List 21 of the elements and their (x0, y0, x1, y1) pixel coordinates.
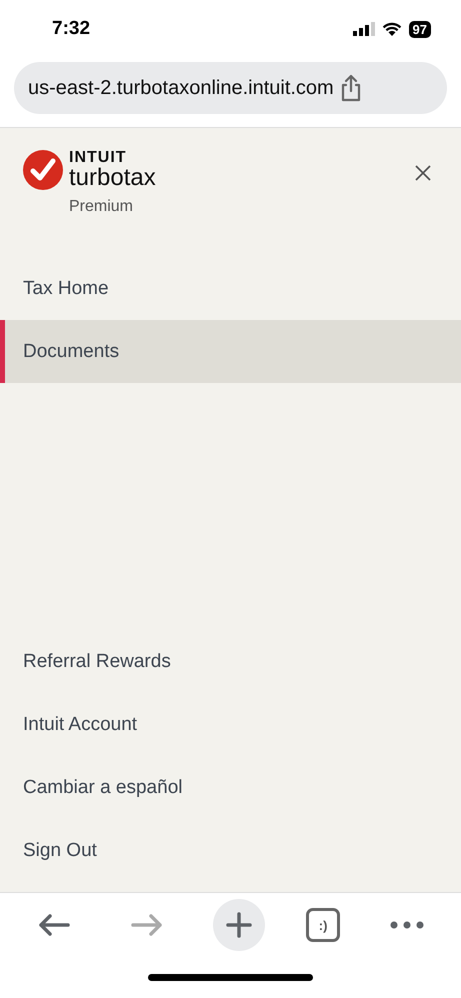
url-text: us-east-2.turbotaxonline.intuit.com (28, 76, 334, 100)
menu-item[interactable]: Sign Out (0, 819, 461, 882)
more-icon[interactable] (390, 921, 424, 929)
brand-edition: Premium (69, 198, 134, 216)
menu-item[interactable]: Referral Rewards (0, 630, 461, 693)
plus-icon[interactable] (226, 912, 252, 938)
brand-product: turbotax (69, 166, 156, 190)
menu-item[interactable]: Documents (0, 320, 461, 383)
menu-item[interactable]: Cambiar a español (0, 756, 461, 819)
menu-item[interactable]: Tax Home (0, 257, 461, 320)
close-icon[interactable] (415, 164, 431, 180)
brand-company: INTUIT (69, 150, 128, 166)
address-bar[interactable]: us-east-2.turbotaxonline.intuit.com (14, 62, 447, 114)
battery-level: 97 (408, 20, 431, 38)
signal-icon (352, 22, 375, 36)
checkmark-logo-icon (23, 150, 63, 190)
arrow-left-icon[interactable] (37, 913, 72, 937)
menu-item[interactable]: Intuit Account (0, 693, 461, 756)
wifi-icon (382, 22, 402, 36)
status-time: 7:32 (52, 18, 90, 40)
tabs-button[interactable]: :) (306, 908, 340, 942)
